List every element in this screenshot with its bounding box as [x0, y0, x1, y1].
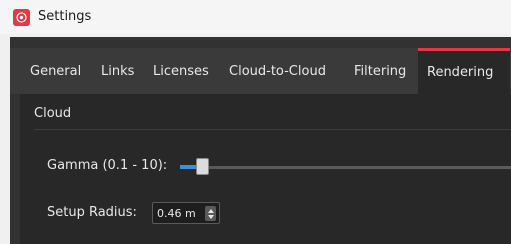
window-title: Settings: [38, 9, 92, 24]
setup-radius-input[interactable]: [157, 205, 203, 221]
tab-cloud-to-cloud[interactable]: Cloud-to-Cloud: [229, 48, 326, 94]
tab-label: General: [30, 63, 82, 79]
settings-window: Settings General Links Licenses Cloud-to…: [0, 0, 511, 244]
gamma-slider-handle[interactable]: [196, 158, 210, 175]
tab-label: Licenses: [153, 63, 209, 79]
tab-label: Rendering: [427, 65, 494, 80]
tab-rendering[interactable]: Rendering: [418, 48, 510, 94]
gamma-label: Gamma (0.1 - 10):: [47, 158, 168, 173]
tab-label: Filtering: [354, 63, 407, 79]
spin-arrows-icon[interactable]: [205, 206, 216, 221]
tab-filtering[interactable]: Filtering: [354, 48, 406, 94]
tab-label: Cloud-to-Cloud: [229, 63, 326, 79]
tab-bar: General Links Licenses Cloud-to-Cloud Fi…: [10, 48, 511, 94]
spin-down-icon[interactable]: [207, 214, 214, 219]
title-bar: Settings: [0, 0, 511, 34]
spin-up-icon[interactable]: [207, 208, 214, 213]
tab-general[interactable]: General: [30, 48, 81, 94]
setup-radius-label: Setup Radius:: [47, 205, 137, 220]
tab-links[interactable]: Links: [101, 48, 134, 94]
app-logo-icon: [13, 9, 30, 26]
tab-label: Links: [101, 63, 135, 79]
gamma-slider-track[interactable]: [180, 166, 511, 169]
setup-radius-spinbox[interactable]: [152, 202, 220, 224]
group-divider: [34, 129, 511, 130]
tab-licenses[interactable]: Licenses: [153, 48, 209, 94]
cloud-group-title: Cloud: [34, 106, 72, 121]
